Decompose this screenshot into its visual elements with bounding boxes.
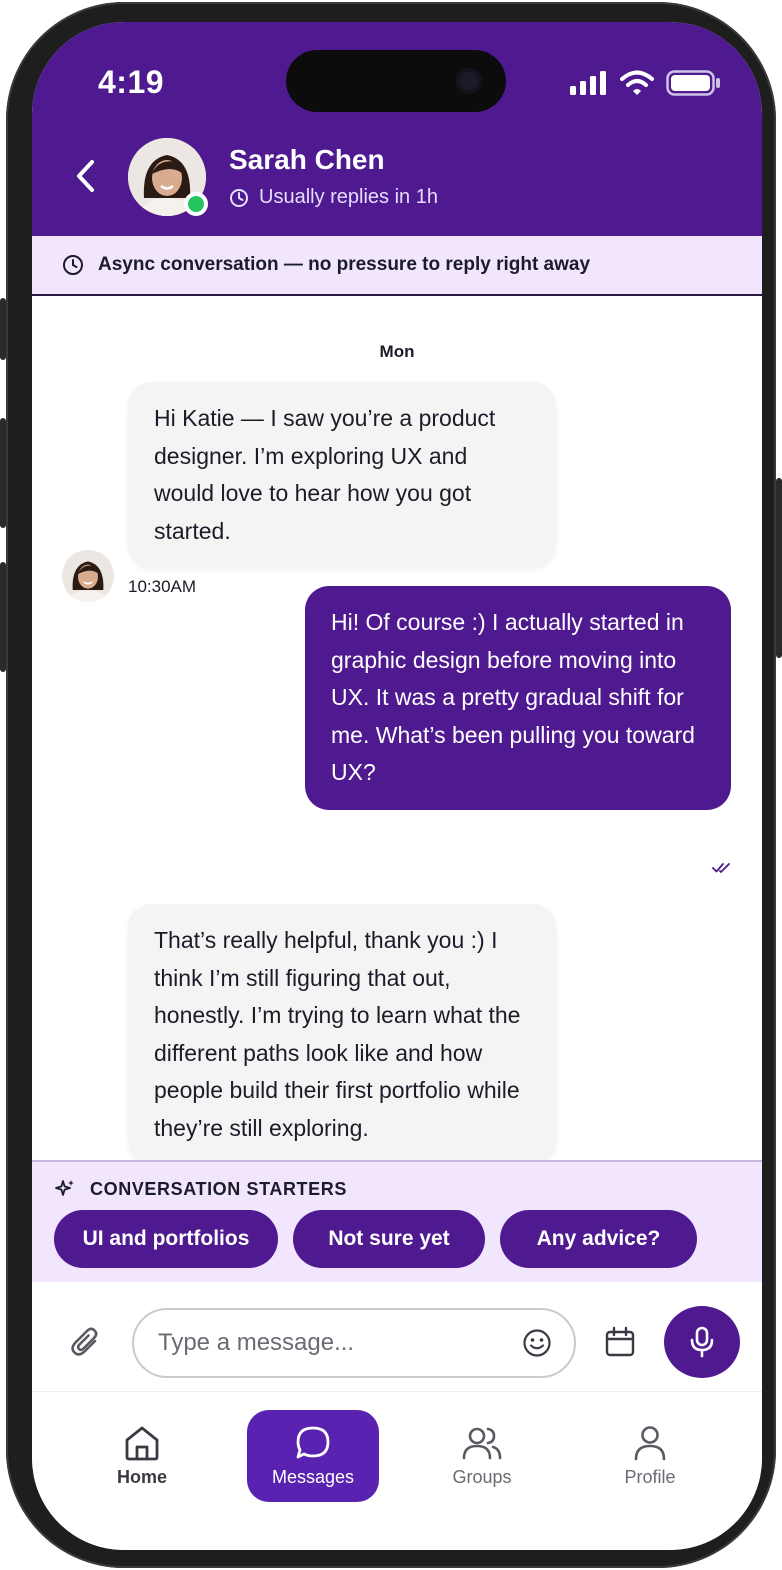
voice-message-button[interactable] — [664, 1306, 740, 1378]
tab-groups[interactable]: Groups — [416, 1410, 548, 1502]
dynamic-island — [286, 50, 506, 112]
profile-icon — [634, 1425, 666, 1460]
starter-chip[interactable]: Any advice? — [500, 1210, 697, 1268]
tab-home[interactable]: Home — [76, 1410, 208, 1502]
async-banner-text: Async conversation — no pressure to repl… — [98, 254, 591, 275]
message-composer — [32, 1282, 762, 1392]
tab-label: Messages — [271, 1466, 355, 1487]
starter-chip[interactable]: Not sure yet — [293, 1210, 485, 1268]
message-text: That’s really helpful, thank you :) I th… — [154, 927, 521, 1141]
phone-frame: 4:19 Sarah Chen Usually replies in 1h As… — [0, 2, 782, 1568]
clock-icon — [63, 255, 83, 275]
chevron-left-icon — [77, 160, 94, 192]
camera-icon — [456, 68, 482, 94]
avatar-portrait — [62, 550, 114, 602]
message-list[interactable]: Mon Hi Katie — I saw you’re a product de… — [32, 296, 762, 1160]
message-text: Hi! Of course :) I actually started in g… — [331, 609, 695, 785]
tab-label: Profile — [624, 1466, 676, 1487]
volume-up-button — [0, 418, 6, 528]
tab-label: Groups — [452, 1466, 512, 1487]
sparkle-icon — [55, 1180, 74, 1196]
wifi-icon — [620, 70, 654, 95]
outgoing-message[interactable]: Hi! Of course :) I actually started in g… — [305, 586, 731, 810]
chat-header: 4:19 Sarah Chen Usually replies in 1h — [32, 22, 762, 236]
volume-down-button — [0, 562, 6, 672]
signal-icon — [570, 71, 606, 95]
paperclip-icon[interactable] — [70, 1326, 102, 1360]
message-input[interactable] — [132, 1308, 576, 1378]
back-button[interactable] — [70, 158, 100, 194]
starter-chip[interactable]: UI and portfolios — [54, 1210, 278, 1268]
reply-time: Usually replies in 1h — [229, 186, 438, 209]
conversation-starters: CONVERSATION STARTERS UI and portfolios … — [32, 1160, 762, 1282]
read-receipt-icon — [712, 863, 730, 873]
online-status-indicator — [184, 192, 208, 216]
reply-time-text: Usually replies in 1h — [259, 186, 438, 208]
message-timestamp: 10:30AM — [128, 577, 197, 596]
microphone-icon — [690, 1326, 714, 1358]
tab-profile[interactable]: Profile — [584, 1410, 716, 1502]
starters-title: CONVERSATION STARTERS — [90, 1178, 347, 1199]
message-text: Hi Katie — I saw you’re a product design… — [154, 405, 496, 544]
starters-header: CONVERSATION STARTERS — [54, 1178, 347, 1200]
screen: 4:19 Sarah Chen Usually replies in 1h As… — [32, 22, 762, 1550]
async-banner: Async conversation — no pressure to repl… — [32, 236, 762, 296]
contact-name: Sarah Chen — [229, 144, 385, 175]
emoji-icon[interactable] — [522, 1328, 552, 1358]
power-button — [776, 478, 782, 658]
tab-label: Home — [116, 1466, 167, 1487]
status-time: 4:19 — [98, 64, 165, 100]
home-icon — [125, 1426, 159, 1460]
bottom-tab-bar: Home Messages Groups Profile — [32, 1392, 762, 1550]
incoming-message[interactable]: That’s really helpful, thank you :) I th… — [128, 904, 556, 1160]
chat-icon — [296, 1426, 330, 1458]
day-separator: Mon — [379, 342, 415, 361]
calendar-icon[interactable] — [604, 1326, 636, 1358]
groups-icon — [462, 1427, 502, 1459]
tab-messages[interactable]: Messages — [247, 1410, 379, 1502]
battery-icon — [666, 70, 720, 96]
status-icons — [570, 68, 722, 98]
action-button — [0, 298, 6, 360]
message-avatar[interactable] — [62, 550, 114, 602]
clock-icon — [230, 188, 248, 207]
incoming-message[interactable]: Hi Katie — I saw you’re a product design… — [128, 382, 556, 568]
